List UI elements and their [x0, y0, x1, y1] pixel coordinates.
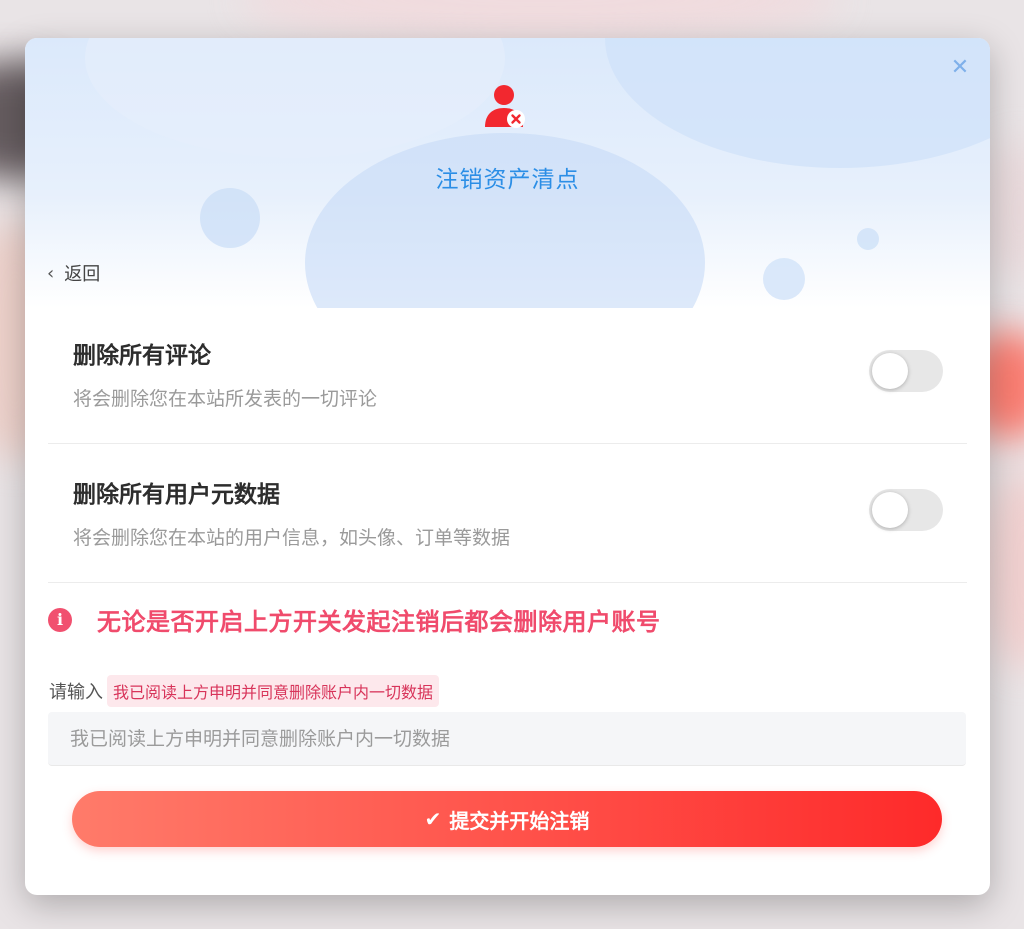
confirm-instruction: 请输入 我已阅读上方申明并同意删除账户内一切数据: [49, 675, 440, 707]
confirm-input[interactable]: [48, 712, 966, 766]
option-description: 将会删除您在本站的用户信息，如头像、订单等数据: [73, 527, 511, 549]
delete-metadata-toggle[interactable]: [869, 489, 943, 531]
option-title: 删除所有评论: [73, 343, 211, 369]
option-title: 删除所有用户元数据: [73, 482, 280, 508]
warning-text: 无论是否开启上方开关发起注销后都会删除用户账号: [97, 608, 661, 636]
delete-comments-toggle[interactable]: [869, 350, 943, 392]
option-description: 将会删除您在本站所发表的一切评论: [73, 388, 378, 410]
check-icon: ✔: [424, 807, 442, 831]
back-button[interactable]: ‹ 返回: [47, 260, 100, 286]
user-remove-icon: [485, 85, 525, 128]
close-icon[interactable]: ✕: [948, 56, 972, 80]
option-delete-comments: 删除所有评论 将会删除您在本站所发表的一切评论: [48, 306, 967, 444]
submit-label: 提交并开始注销: [449, 808, 590, 833]
warning-message: i 无论是否开启上方开关发起注销后都会删除用户账号: [48, 602, 661, 637]
account-deletion-modal: ✕ 注销资产清点 ‹ 返回 删除所有评论 将会删除您在本站所发表的一切评论 删除…: [25, 38, 990, 895]
confirm-phrase: 我已阅读上方申明并同意删除账户内一切数据: [107, 675, 440, 707]
submit-deletion-button[interactable]: ✔ 提交并开始注销: [72, 791, 942, 847]
option-delete-user-metadata: 删除所有用户元数据 将会删除您在本站的用户信息，如头像、订单等数据: [48, 445, 967, 583]
modal-title: 注销资产清点: [435, 167, 580, 193]
confirm-label: 请输入: [49, 682, 103, 703]
info-icon: i: [48, 607, 72, 632]
back-label: 返回: [64, 264, 101, 285]
divider: [48, 582, 967, 583]
chevron-left-icon: ‹: [47, 262, 55, 284]
divider: [48, 443, 967, 444]
